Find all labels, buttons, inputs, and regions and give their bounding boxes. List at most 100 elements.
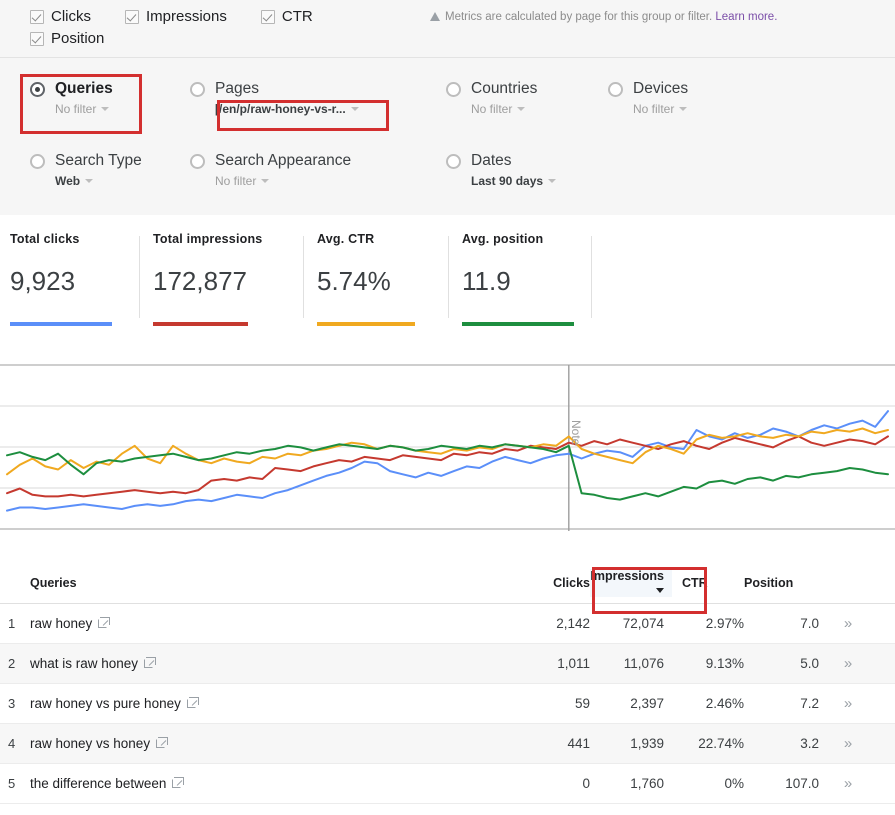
metric-checkbox-impressions[interactable]: Impressions (125, 8, 227, 25)
chart-series-clicks (7, 411, 888, 511)
table-header-position[interactable]: Position (744, 576, 819, 590)
filter-search-type[interactable]: Search Type Web (30, 152, 190, 188)
performance-chart-svg[interactable] (0, 362, 895, 534)
radio-unselected-icon[interactable] (190, 154, 205, 169)
summary-card-title: Total clicks (10, 232, 122, 246)
filter-pages-value[interactable]: [/en/p/raw-honey-vs-r... (215, 102, 446, 116)
table-row[interactable]: 5 the difference between 0 1,760 0% 107.… (0, 764, 895, 804)
row-impressions: 2,397 (590, 696, 672, 711)
row-query[interactable]: raw honey vs honey (30, 736, 520, 751)
queries-data-table: Queries Clicks Impressions CTR Position … (0, 562, 895, 804)
checkbox-checked-icon[interactable] (30, 10, 44, 24)
summary-card-underline (317, 322, 415, 326)
performance-chart[interactable] (0, 362, 895, 534)
chevron-double-right-icon[interactable]: » (844, 655, 850, 672)
chevron-down-icon[interactable] (548, 179, 556, 183)
filter-countries[interactable]: Countries No filter (446, 80, 608, 116)
row-ctr: 9.13% (672, 656, 744, 671)
summary-card-value: 5.74% (317, 266, 421, 297)
metric-checkbox-clicks[interactable]: Clicks (30, 8, 91, 25)
filter-queries-header[interactable]: Queries (30, 80, 190, 98)
checkbox-checked-icon[interactable] (30, 32, 44, 46)
chevron-double-right-icon[interactable]: » (844, 695, 850, 712)
table-row[interactable]: 3 raw honey vs pure honey 59 2,397 2.46%… (0, 684, 895, 724)
radio-unselected-icon[interactable] (446, 154, 461, 169)
filter-devices[interactable]: Devices No filter (608, 80, 768, 116)
checkbox-checked-icon[interactable] (261, 10, 275, 24)
radio-selected-icon[interactable] (30, 82, 45, 97)
learn-more-link[interactable]: Learn more. (715, 11, 777, 23)
chevron-down-icon[interactable] (517, 107, 525, 111)
summary-card-trailing-divider (605, 232, 606, 328)
filter-row-1: Queries No filter Pages [/en/p/raw-honey… (30, 80, 768, 116)
table-header-clicks[interactable]: Clicks (520, 576, 590, 590)
filter-devices-header[interactable]: Devices (608, 80, 768, 98)
radio-unselected-icon[interactable] (190, 82, 205, 97)
chevron-down-icon[interactable] (261, 179, 269, 183)
chart-note-annotation-label[interactable]: Note (569, 420, 583, 445)
chevron-down-icon[interactable] (351, 107, 359, 111)
metrics-notice-text: Metrics are calculated by page for this … (445, 11, 712, 23)
radio-unselected-icon[interactable] (446, 82, 461, 97)
radio-unselected-icon[interactable] (608, 82, 623, 97)
chevron-double-right-icon[interactable]: » (844, 615, 850, 632)
summary-card-avg-ctr[interactable]: Avg. CTR 5.74% (317, 232, 421, 328)
table-header-queries[interactable]: Queries (30, 576, 520, 590)
chevron-double-right-icon[interactable]: » (844, 735, 850, 752)
sort-descending-icon[interactable] (656, 588, 664, 593)
search-console-performance-page: Clicks Impressions CTR Position Metrics … (0, 0, 895, 815)
row-query[interactable]: the difference between (30, 776, 520, 791)
filter-pages[interactable]: Pages [/en/p/raw-honey-vs-r... (190, 80, 446, 116)
row-index: 4 (0, 736, 30, 751)
filter-queries-value-text: No filter (55, 102, 96, 116)
radio-unselected-icon[interactable] (30, 154, 45, 169)
filter-dates[interactable]: Dates Last 90 days (446, 152, 646, 188)
summary-card-title: Avg. position (462, 232, 574, 246)
filter-dates-value-text: Last 90 days (471, 174, 543, 188)
filter-devices-value[interactable]: No filter (633, 102, 768, 116)
chevron-down-icon[interactable] (85, 179, 93, 183)
filter-search-type-header[interactable]: Search Type (30, 152, 190, 170)
row-clicks: 59 (520, 696, 590, 711)
chevron-down-icon[interactable] (101, 107, 109, 111)
table-row[interactable]: 2 what is raw honey 1,011 11,076 9.13% 5… (0, 644, 895, 684)
metric-checkbox-position[interactable]: Position (30, 30, 104, 47)
chevron-down-icon[interactable] (679, 107, 687, 111)
summary-card-total-impressions[interactable]: Total impressions 172,877 (153, 232, 293, 328)
external-link-icon[interactable] (156, 739, 165, 748)
metric-checkbox-ctr[interactable]: CTR (261, 8, 313, 25)
external-link-icon[interactable] (144, 659, 153, 668)
table-header-ctr[interactable]: CTR (672, 576, 744, 590)
filter-countries-value[interactable]: No filter (471, 102, 608, 116)
filter-search-appearance-label: Search Appearance (215, 152, 351, 170)
row-index: 1 (0, 616, 30, 631)
row-ctr: 2.46% (672, 696, 744, 711)
row-query[interactable]: raw honey vs pure honey (30, 696, 520, 711)
filter-dates-header[interactable]: Dates (446, 152, 646, 170)
table-header-impressions[interactable]: Impressions (590, 569, 672, 597)
table-row[interactable]: 1 raw honey 2,142 72,074 2.97% 7.0 » (0, 604, 895, 644)
filter-search-type-value[interactable]: Web (55, 174, 190, 188)
filter-countries-header[interactable]: Countries (446, 80, 608, 98)
filter-dates-value[interactable]: Last 90 days (471, 174, 646, 188)
row-position: 7.2 (744, 696, 819, 711)
filter-search-appearance-value[interactable]: No filter (215, 174, 446, 188)
filter-queries-value[interactable]: No filter (55, 102, 190, 116)
table-row[interactable]: 4 raw honey vs honey 441 1,939 22.74% 3.… (0, 724, 895, 764)
filter-search-appearance[interactable]: Search Appearance No filter (190, 152, 446, 188)
external-link-icon[interactable] (187, 699, 196, 708)
summary-card-total-clicks[interactable]: Total clicks 9,923 (10, 232, 122, 328)
filter-queries[interactable]: Queries No filter (30, 80, 190, 116)
filter-search-appearance-header[interactable]: Search Appearance (190, 152, 446, 170)
row-query[interactable]: what is raw honey (30, 656, 520, 671)
external-link-icon[interactable] (172, 779, 181, 788)
summary-card-title: Avg. CTR (317, 232, 421, 246)
chevron-double-right-icon[interactable]: » (844, 775, 850, 792)
checkbox-checked-icon[interactable] (125, 10, 139, 24)
summary-card-value: 11.9 (462, 266, 574, 297)
filter-pages-header[interactable]: Pages (190, 80, 446, 98)
summary-card-avg-position[interactable]: Avg. position 11.9 (462, 232, 574, 328)
row-query[interactable]: raw honey (30, 616, 520, 631)
metric-checkbox-label: CTR (282, 8, 313, 25)
external-link-icon[interactable] (98, 619, 107, 628)
